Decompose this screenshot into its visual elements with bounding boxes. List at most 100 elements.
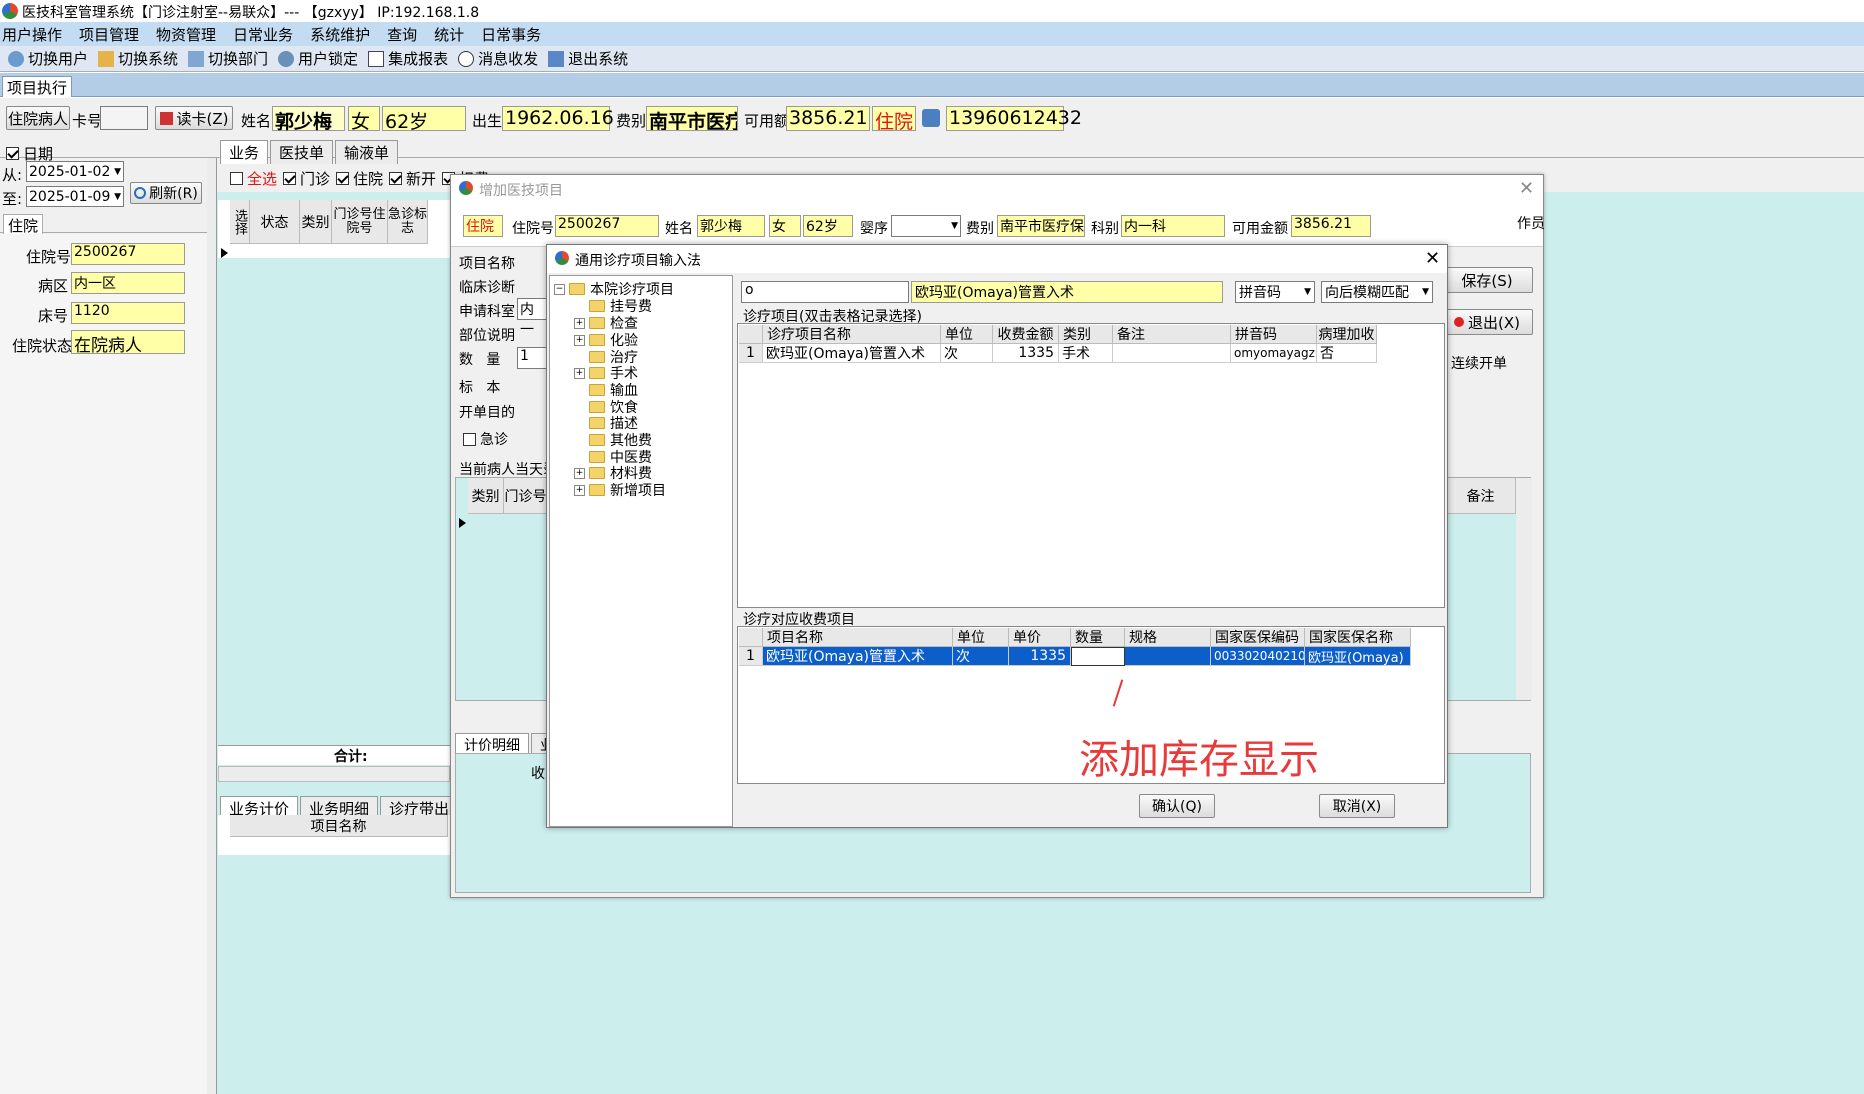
dialog-title: 增加医技项目 bbox=[479, 183, 563, 199]
save-label: 保存(S) bbox=[1461, 271, 1513, 290]
menu-project[interactable]: 项目管理 bbox=[79, 24, 139, 45]
form-label: 开单目的 bbox=[459, 405, 515, 421]
cell-spec bbox=[1125, 647, 1211, 666]
bottom-grid: 项目名称 bbox=[218, 815, 450, 855]
user-lock-button[interactable]: 用户锁定 bbox=[298, 48, 358, 69]
tab-business[interactable]: 业务 bbox=[220, 140, 269, 164]
switch-user-button[interactable]: 切换用户 bbox=[28, 48, 88, 69]
grid-header: 类别 bbox=[300, 200, 332, 244]
close-icon[interactable]: ✕ bbox=[1425, 248, 1440, 269]
switch-dept-button[interactable]: 切换部门 bbox=[208, 48, 268, 69]
matched-item: 欧玛亚(Omaya)管置入术 bbox=[911, 281, 1223, 303]
cancel-button[interactable]: 取消(X) bbox=[1319, 794, 1395, 818]
cell-amount: 1335 bbox=[993, 344, 1059, 363]
annotation-text: 添加库存显示 bbox=[1079, 737, 1319, 783]
patient-age: 62岁 bbox=[382, 106, 466, 133]
confirm-button[interactable]: 确认(Q) bbox=[1139, 794, 1215, 818]
tree-item[interactable]: + 新增项目 bbox=[574, 480, 666, 500]
exit-system-button[interactable]: 退出系统 bbox=[568, 48, 628, 69]
table-row[interactable]: 1 欧玛亚(Omaya)管置入术 次 1335 手术 omyomayagzr 否 bbox=[739, 344, 1377, 363]
menu-daily[interactable]: 日常业务 bbox=[233, 24, 293, 45]
grid-header: 类别 bbox=[468, 478, 504, 514]
grid-header: 备注 bbox=[1446, 478, 1516, 514]
outpatient-checkbox[interactable] bbox=[283, 172, 297, 185]
date-checkbox[interactable] bbox=[6, 147, 19, 160]
folder-icon bbox=[589, 367, 605, 379]
dialog-status: 住院 bbox=[463, 215, 503, 237]
cell-name: 欧玛亚(Omaya)管置入术 bbox=[763, 647, 953, 666]
grid-header: 门诊号 bbox=[504, 478, 548, 514]
chevron-down-icon: ▼ bbox=[1422, 287, 1429, 297]
new-order-checkbox[interactable] bbox=[389, 172, 403, 185]
birth-date: 1962.06.16 bbox=[502, 106, 614, 131]
v-scrollbar[interactable] bbox=[1516, 478, 1532, 700]
menu-user[interactable]: 用户操作 bbox=[2, 24, 62, 45]
tab-infusion[interactable]: 输液单 bbox=[335, 140, 399, 164]
search-input[interactable]: o bbox=[741, 281, 909, 303]
tab-tech-order[interactable]: 医技单 bbox=[270, 140, 334, 164]
menu-stats[interactable]: 统计 bbox=[434, 24, 464, 45]
table-row[interactable]: 1 欧玛亚(Omaya)管置入术 次 1335 003302040210 欧玛亚… bbox=[739, 647, 1411, 666]
tree-item-label: 新增项目 bbox=[610, 483, 666, 499]
row-indicator-icon bbox=[459, 518, 466, 528]
code-type-select[interactable]: 拼音码 ▼ bbox=[1235, 281, 1315, 303]
select-all-label: 全选 bbox=[247, 170, 278, 188]
grid-header: 项目名称 bbox=[230, 815, 448, 837]
grid-header: 病理加收 bbox=[1317, 325, 1377, 344]
read-card-button[interactable]: 读卡(Z) bbox=[155, 106, 233, 130]
to-label: 至: bbox=[2, 190, 23, 208]
cell-name: 欧玛亚(Omaya)管置入术 bbox=[763, 344, 941, 363]
card-input[interactable] bbox=[100, 106, 148, 130]
select-all-checkbox[interactable] bbox=[230, 172, 243, 185]
grid-header: 类别 bbox=[1059, 325, 1113, 344]
refresh-label: 刷新(R) bbox=[149, 186, 198, 202]
quantity-cell-input[interactable] bbox=[1071, 647, 1125, 666]
grid-header: 单位 bbox=[953, 628, 1009, 647]
form-label: 标 本 bbox=[459, 380, 501, 396]
splitter[interactable] bbox=[207, 158, 217, 1094]
grid-header: 收费金额 bbox=[993, 325, 1059, 344]
dialog-logo-icon bbox=[555, 251, 569, 265]
h-scrollbar[interactable] bbox=[218, 766, 450, 782]
grid-header: 国家医保编码 bbox=[1211, 628, 1305, 647]
close-icon[interactable]: ✕ bbox=[1519, 178, 1534, 199]
patient-type-button[interactable]: 住院病人 bbox=[6, 106, 70, 130]
menu-material[interactable]: 物资管理 bbox=[156, 24, 216, 45]
folder-icon bbox=[589, 451, 605, 463]
save-button[interactable]: 保存(S) bbox=[1441, 267, 1533, 293]
bed-number: 1120 bbox=[71, 302, 185, 324]
birth-label: 出生 bbox=[472, 112, 503, 130]
continuous-label: 连续开单 bbox=[1451, 356, 1507, 372]
tab-inpatient[interactable]: 住院 bbox=[3, 214, 44, 236]
collapse-icon: − bbox=[554, 283, 565, 295]
refresh-button[interactable]: 刷新(R) bbox=[130, 182, 202, 204]
urgent-checkbox[interactable] bbox=[463, 432, 476, 446]
left-panel: 日期 从: 2025-01-02 ▼ 至: 2025-01-09 ▼ 刷新(R) 住… bbox=[0, 145, 216, 1094]
match-mode-select[interactable]: 向后模糊匹配 ▼ bbox=[1321, 281, 1433, 303]
to-date-select[interactable]: 2025-01-09 ▼ bbox=[26, 186, 124, 207]
menu-query[interactable]: 查询 bbox=[387, 24, 417, 45]
expand-icon: + bbox=[574, 334, 585, 346]
message-button[interactable]: 消息收发 bbox=[478, 48, 538, 69]
quantity-input[interactable]: 1 bbox=[517, 347, 547, 369]
infant-select[interactable]: ▼ bbox=[891, 215, 961, 237]
from-date-select[interactable]: 2025-01-02 ▼ bbox=[26, 161, 124, 182]
switch-system-button[interactable]: 切换系统 bbox=[118, 48, 178, 69]
grid-header: 诊疗项目名称 bbox=[763, 325, 941, 344]
new-order-label: 新开 bbox=[406, 170, 437, 188]
report-button[interactable]: 集成报表 bbox=[388, 48, 448, 69]
grid-header: 数量 bbox=[1071, 628, 1125, 647]
fee-type: 南平市医疗 bbox=[646, 106, 738, 131]
request-dept-input[interactable]: 内一 bbox=[517, 298, 547, 338]
exit-button[interactable]: 退出(X) bbox=[1441, 309, 1533, 335]
menu-affairs[interactable]: 日常事务 bbox=[481, 24, 541, 45]
form-label: 项目名称 bbox=[459, 256, 515, 272]
menu-maintain[interactable]: 系统维护 bbox=[310, 24, 370, 45]
balance-label: 可用额 bbox=[744, 112, 790, 130]
chevron-down-icon: ▼ bbox=[951, 221, 958, 231]
row-number: 1 bbox=[739, 647, 763, 666]
cell-category: 手术 bbox=[1059, 344, 1113, 363]
field-label: 住院状态 bbox=[12, 337, 73, 355]
tab-project-execute[interactable]: 项目执行 bbox=[2, 76, 73, 97]
inpatient-checkbox[interactable] bbox=[336, 172, 350, 185]
